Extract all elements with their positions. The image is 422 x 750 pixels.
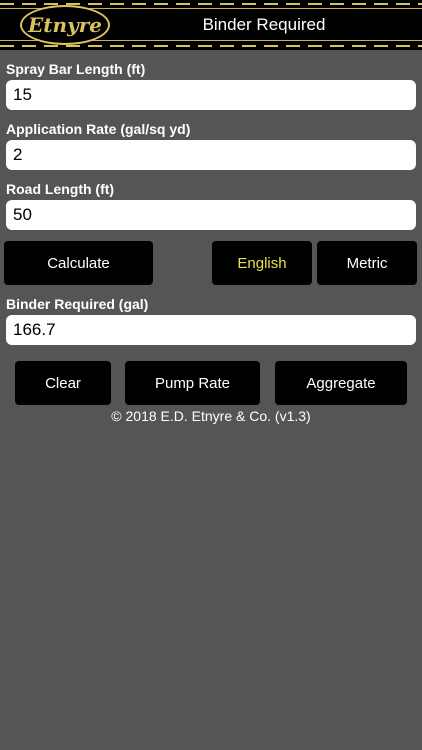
pump-rate-button[interactable]: Pump Rate bbox=[125, 361, 260, 405]
copyright-text: © 2018 E.D. Etnyre & Co. (v1.3) bbox=[111, 408, 311, 424]
page-title: Binder Required bbox=[202, 15, 326, 34]
road-length-label: Road Length (ft) bbox=[6, 181, 115, 197]
english-units-button[interactable]: English bbox=[212, 241, 312, 285]
metric-units-button[interactable]: Metric bbox=[317, 241, 417, 285]
spray-bar-length-label: Spray Bar Length (ft) bbox=[6, 61, 146, 77]
application-rate-input[interactable]: 2 bbox=[6, 140, 416, 170]
calculate-button[interactable]: Calculate bbox=[4, 241, 153, 285]
road-length-input[interactable]: 50 bbox=[6, 200, 416, 230]
aggregate-button[interactable]: Aggregate bbox=[275, 361, 407, 405]
etnyre-logo: Etnyre bbox=[20, 5, 110, 45]
etnyre-logo-wordmark: Etnyre bbox=[27, 13, 102, 37]
svg-text:Etnyre: Etnyre bbox=[27, 13, 102, 37]
spray-bar-length-input[interactable]: 15 bbox=[6, 80, 416, 110]
clear-button[interactable]: Clear bbox=[15, 361, 111, 405]
binder-required-label: Binder Required (gal) bbox=[6, 296, 149, 312]
application-rate-label: Application Rate (gal/sq yd) bbox=[6, 121, 191, 137]
binder-required-output: 166.7 bbox=[6, 315, 416, 345]
app-header: Etnyre Binder Required bbox=[0, 0, 422, 50]
